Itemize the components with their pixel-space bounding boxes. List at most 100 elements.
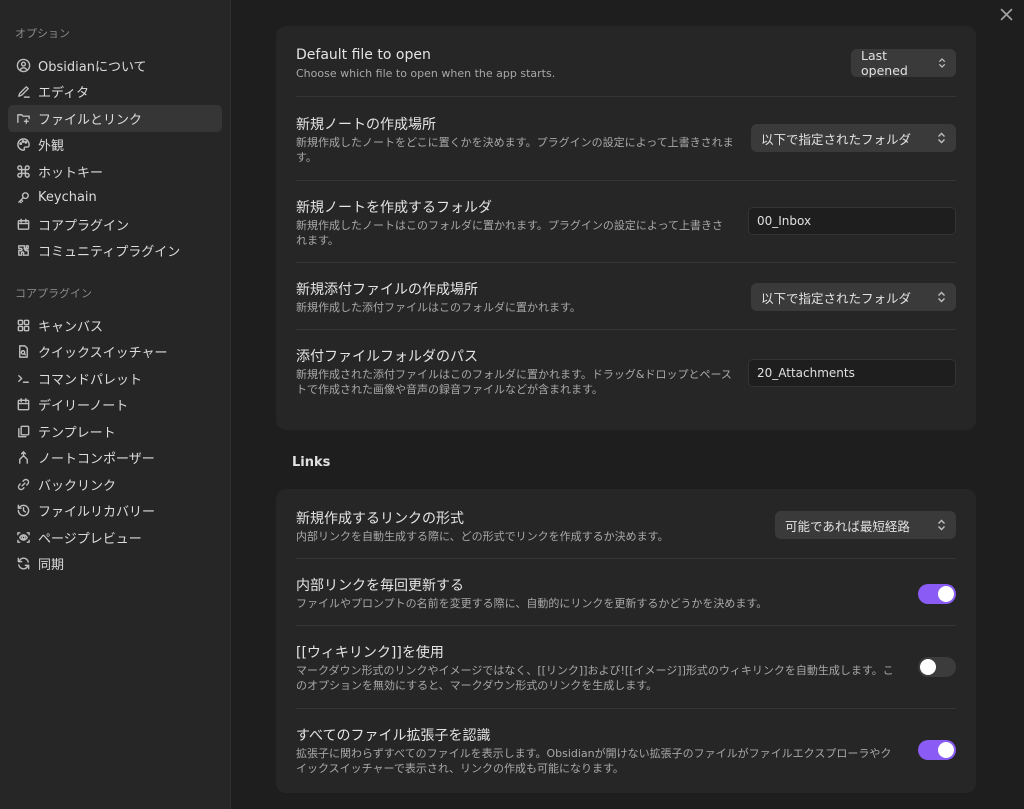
sync-icon — [15, 556, 31, 572]
setting-link-format: 新規作成するリンクの形式 内部リンクを自動生成する際に、どの形式でリンクを作成す… — [296, 489, 956, 559]
puzzle-icon — [15, 243, 31, 259]
pencil-icon — [15, 84, 31, 100]
sidebar-item-label: コマンドパレット — [38, 372, 143, 388]
chevron-up-down-icon — [938, 519, 945, 531]
close-button[interactable] — [998, 6, 1014, 22]
toggle-knob — [938, 742, 954, 758]
sidebar-item-label: 外観 — [38, 139, 65, 155]
setting-title: 新規作成するリンクの形式 — [296, 511, 464, 527]
toggle-knob — [920, 659, 936, 675]
grid-icon — [15, 317, 31, 333]
sidebar-item-daily-notes[interactable]: デイリーノート — [8, 392, 222, 419]
settings-sidebar: オプション Obsidianについて エディタ ファイルとリンク 外観 ホットキ… — [0, 0, 231, 809]
plug-icon — [15, 216, 31, 232]
all-extensions-toggle[interactable] — [918, 740, 956, 760]
dropdown-value: 以下で指定されたフォルダ — [761, 131, 912, 147]
sidebar-item-templates[interactable]: テンプレート — [8, 418, 222, 445]
setting-default-file: Default file to open Choose which file t… — [296, 26, 956, 97]
sidebar-item-about[interactable]: Obsidianについて — [8, 52, 222, 79]
setting-title: Default file to open — [296, 47, 431, 63]
setting-title: [[ウィキリンク]]を使用 — [296, 645, 444, 661]
terminal-icon — [15, 370, 31, 386]
chevron-up-down-icon — [938, 58, 946, 68]
sidebar-item-label: ノートコンポーザー — [38, 452, 155, 468]
info-circle-icon — [15, 57, 31, 73]
setting-title: 新規ノートの作成場所 — [296, 117, 436, 133]
close-icon — [999, 7, 1013, 21]
attachment-location-dropdown[interactable]: 以下で指定されたフォルダ — [751, 283, 956, 311]
new-note-folder-input[interactable]: 00_Inbox — [748, 207, 956, 235]
sidebar-item-label: バックリンク — [38, 478, 117, 494]
sidebar-item-backlinks[interactable]: バックリンク — [8, 471, 222, 498]
attachment-path-input[interactable]: 20_Attachments — [748, 359, 956, 387]
setting-title: 内部リンクを毎回更新する — [296, 578, 464, 594]
sidebar-item-label: テンプレート — [38, 425, 116, 441]
calendar-icon — [15, 397, 31, 413]
history-icon — [15, 503, 31, 519]
links-settings-group: 新規作成するリンクの形式 内部リンクを自動生成する際に、どの形式でリンクを作成す… — [276, 489, 976, 793]
setting-desc: 新規作成したノートをどこに置くかを決めます。プラグインの設定によって上書きされま… — [296, 136, 734, 164]
setting-desc: 新規作成された添付ファイルはこのフォルダに置かれます。ドラッグ&ドロップとペース… — [296, 368, 732, 396]
sidebar-item-label: ホットキー — [38, 165, 104, 181]
dropdown-value: Last opened — [861, 48, 908, 78]
sidebar-item-label: デイリーノート — [38, 399, 129, 415]
setting-desc: ファイルやプロンプトの名前を変更する際に、自動的にリンクを更新するかどうかを決め… — [296, 597, 768, 610]
sidebar-item-label: 同期 — [38, 558, 65, 574]
sidebar-item-sync[interactable]: 同期 — [8, 551, 222, 578]
setting-desc: Choose which file to open when the app s… — [296, 67, 556, 80]
key-icon — [15, 190, 31, 206]
auto-update-links-toggle[interactable] — [918, 584, 956, 604]
link-icon — [15, 476, 31, 492]
sidebar-item-files-and-links[interactable]: ファイルとリンク — [8, 105, 222, 132]
sidebar-item-quick-switcher[interactable]: クイックスイッチャー — [8, 339, 222, 366]
sidebar-item-label: ファイルリカバリー — [38, 505, 156, 521]
sidebar-item-appearance[interactable]: 外観 — [8, 132, 222, 159]
sidebar-item-keychain[interactable]: Keychain — [8, 185, 222, 212]
setting-desc: 新規作成したノートはこのフォルダに置かれます。プラグインの設定によって上書きされ… — [296, 219, 724, 247]
sidebar-item-label: Keychain — [38, 190, 97, 206]
sidebar-item-file-recovery[interactable]: ファイルリカバリー — [8, 498, 222, 525]
setting-attachment-location: 新規添付ファイルの作成場所 新規作成した添付ファイルはこのフォルダに置かれます。… — [296, 263, 956, 330]
sidebar-item-hotkeys[interactable]: ホットキー — [8, 158, 222, 185]
sidebar-item-command-palette[interactable]: コマンドパレット — [8, 365, 222, 392]
sidebar-item-label: コミュニティプラグイン — [38, 245, 181, 261]
dropdown-value: 以下で指定されたフォルダ — [761, 290, 912, 306]
scan-eye-icon — [15, 529, 31, 545]
setting-desc: 内部リンクを自動生成する際に、どの形式でリンクを作成するか決めます。 — [296, 530, 669, 543]
setting-new-note-location: 新規ノートの作成場所 新規作成したノートをどこに置くかを決めます。プラグインの設… — [296, 97, 956, 181]
sidebar-item-label: エディタ — [38, 86, 90, 102]
files-settings-group: Default file to open Choose which file t… — [276, 26, 976, 430]
palette-icon — [15, 137, 31, 153]
sidebar-item-editor[interactable]: エディタ — [8, 79, 222, 106]
wikilinks-toggle[interactable] — [918, 657, 956, 677]
command-icon — [15, 163, 31, 179]
sidebar-item-label: Obsidianについて — [38, 59, 147, 75]
sidebar-item-label: コアプラグイン — [38, 218, 130, 234]
setting-all-extensions: すべてのファイル拡張子を認識 拡張子に関わらずすべてのファイルを表示します。Ob… — [296, 709, 956, 793]
merge-icon — [15, 450, 31, 466]
setting-wikilinks: [[ウィキリンク]]を使用 マークダウン形式のリンクやイメージではなく、[[リン… — [296, 626, 956, 709]
new-note-location-dropdown[interactable]: 以下で指定されたフォルダ — [751, 124, 956, 152]
sidebar-heading-options: オプション — [15, 27, 70, 40]
sidebar-item-label: クイックスイッチャー — [38, 346, 168, 362]
setting-desc: 新規作成した添付ファイルはこのフォルダに置かれます。 — [296, 301, 581, 314]
setting-desc: マークダウン形式のリンクやイメージではなく、[[リンク]]および![[イメージ]… — [296, 664, 894, 692]
sidebar-item-note-composer[interactable]: ノートコンポーザー — [8, 445, 222, 472]
sidebar-item-page-preview[interactable]: ページプレビュー — [8, 524, 222, 551]
file-search-icon — [15, 344, 31, 360]
sidebar-item-canvas[interactable]: キャンバス — [8, 312, 222, 339]
toggle-knob — [938, 586, 954, 602]
sidebar-item-community-plugins[interactable]: コミュニティプラグイン — [8, 238, 222, 265]
copy-icon — [15, 423, 31, 439]
default-file-dropdown[interactable]: Last opened — [851, 48, 956, 78]
sidebar-item-label: ファイルとリンク — [38, 112, 143, 128]
link-format-dropdown[interactable]: 可能であれば最短経路 — [775, 511, 956, 539]
setting-title: 新規添付ファイルの作成場所 — [296, 282, 478, 298]
setting-title: すべてのファイル拡張子を認識 — [296, 728, 491, 744]
sidebar-item-label: キャンバス — [38, 319, 104, 335]
setting-title: 添付ファイルフォルダのパス — [296, 349, 478, 365]
setting-auto-update-links: 内部リンクを毎回更新する ファイルやプロンプトの名前を変更する際に、自動的にリン… — [296, 559, 956, 626]
chevron-up-down-icon — [938, 291, 945, 303]
folder-link-icon — [15, 110, 31, 126]
sidebar-item-core-plugins[interactable]: コアプラグイン — [8, 211, 222, 238]
